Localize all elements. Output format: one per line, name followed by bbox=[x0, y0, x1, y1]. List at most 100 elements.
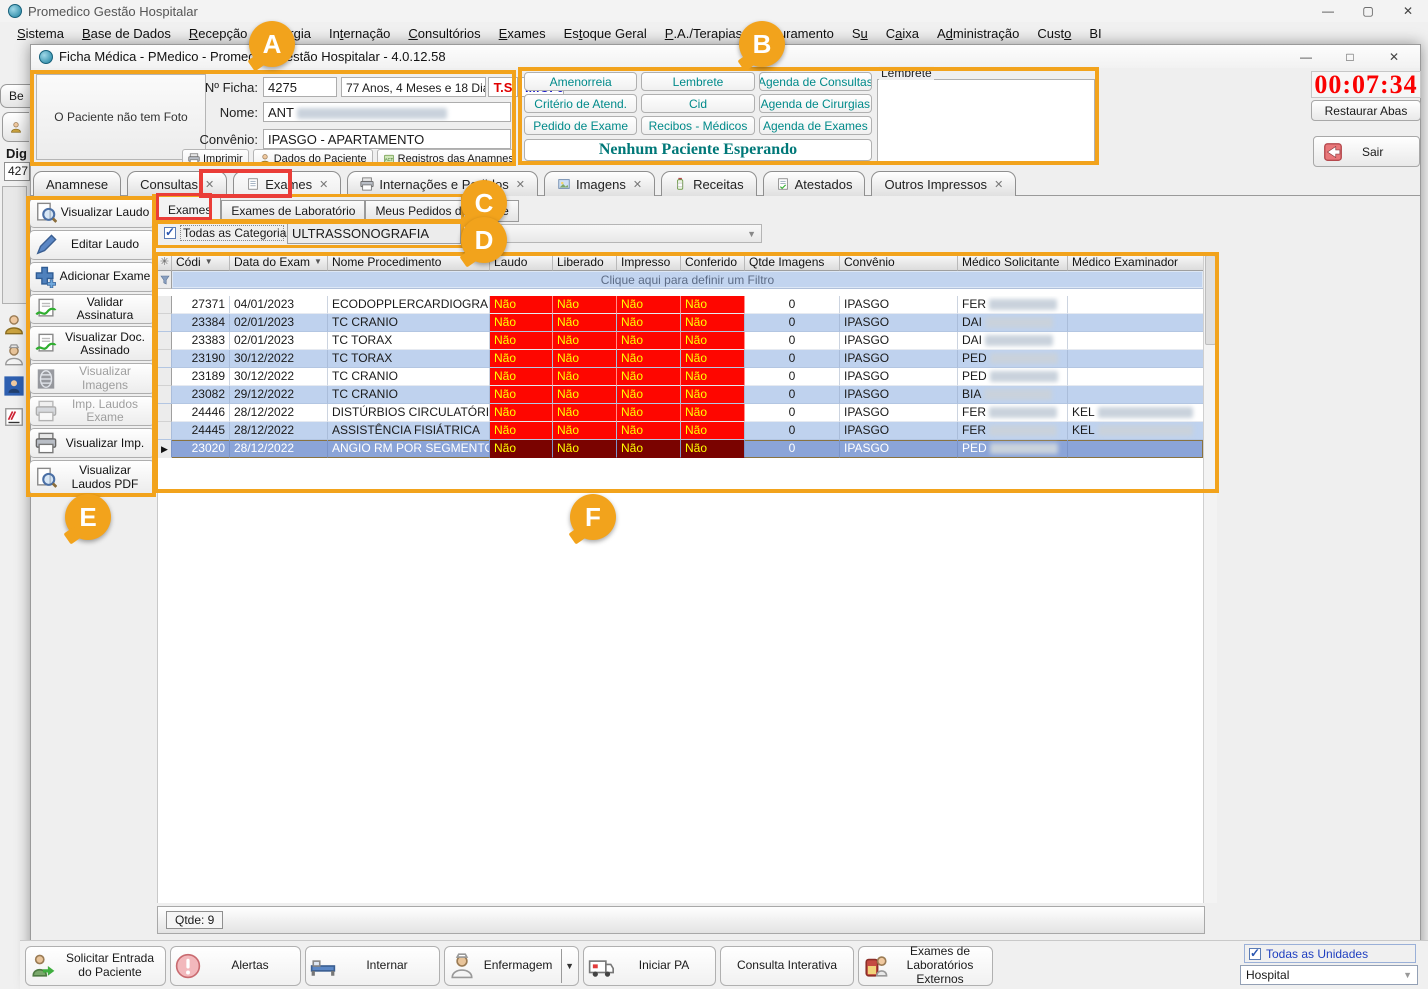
cell-qtde[interactable]: 0 bbox=[745, 404, 840, 422]
cell-proc[interactable]: TC TORAX bbox=[328, 350, 490, 368]
cell-laudo[interactable]: Não bbox=[490, 440, 553, 458]
cell-convenio[interactable]: IPASGO bbox=[840, 404, 958, 422]
dados-do-paciente-button[interactable]: Dados do Paciente bbox=[252, 149, 373, 165]
minimize-icon[interactable]: — bbox=[1286, 46, 1326, 68]
cell-examinador[interactable]: KEL bbox=[1068, 422, 1204, 440]
cell-solicitante[interactable]: PED bbox=[958, 440, 1068, 458]
cell-impresso[interactable]: Não bbox=[617, 314, 681, 332]
menu-item-bi[interactable]: BI bbox=[1080, 22, 1110, 44]
cell-qtde[interactable]: 0 bbox=[745, 386, 840, 404]
cell-date[interactable]: 28/12/2022 bbox=[230, 404, 328, 422]
column-header-qtde-imagens[interactable]: Qtde Imagens bbox=[745, 253, 840, 271]
sidebar-imp-laudos-exame-button[interactable]: Imp. Laudos Exame bbox=[29, 395, 155, 427]
tab-outros-impressos[interactable]: Outros Impressos ✕ bbox=[871, 171, 1017, 196]
exam-row[interactable]: ▶ 23020 28/12/2022 ANGIO RM POR SEGMENTO Não… bbox=[158, 440, 1204, 458]
cell-date[interactable]: 02/01/2023 bbox=[230, 332, 328, 350]
cell-date[interactable]: 28/12/2022 bbox=[230, 422, 328, 440]
cell-impresso[interactable]: Não bbox=[617, 368, 681, 386]
cell-qtde[interactable]: 0 bbox=[745, 296, 840, 314]
category-field[interactable]: ULTRASSONOGRAFIA bbox=[287, 223, 461, 244]
tab-imagens[interactable]: Imagens ✕ bbox=[543, 171, 656, 196]
cell-date[interactable]: 02/01/2023 bbox=[230, 314, 328, 332]
cell-examinador[interactable] bbox=[1068, 440, 1204, 458]
cell-liberado[interactable]: Não bbox=[553, 332, 617, 350]
cell-code[interactable]: 23383 bbox=[172, 332, 230, 350]
background-code-field[interactable]: 427 bbox=[4, 162, 30, 181]
exames-de-laborat-rios-externos-button[interactable]: Exames de Laboratórios Externos bbox=[858, 944, 993, 986]
cell-liberado[interactable]: Não bbox=[553, 404, 617, 422]
scrollbar-thumb[interactable] bbox=[1205, 255, 1216, 345]
sair-button[interactable]: Sair bbox=[1313, 136, 1420, 167]
tab-interna-es-e-pedidos[interactable]: Internações e Pedidos ✕ bbox=[347, 171, 538, 196]
solicitar-entrada-do-paciente-button[interactable]: Solicitar Entrada do Paciente bbox=[25, 946, 166, 986]
close-tab-icon[interactable]: ✕ bbox=[994, 178, 1003, 191]
cell-qtde[interactable]: 0 bbox=[745, 440, 840, 458]
close-tab-icon[interactable]: ✕ bbox=[633, 178, 642, 191]
cell-conferido[interactable]: Não bbox=[681, 386, 745, 404]
cell-conferido[interactable]: Não bbox=[681, 350, 745, 368]
cell-convenio[interactable]: IPASGO bbox=[840, 314, 958, 332]
menu-item-caixa[interactable]: Ca ixa bbox=[877, 22, 928, 44]
cell-conferido[interactable]: Não bbox=[681, 422, 745, 440]
cell-convenio[interactable]: IPASGO bbox=[840, 422, 958, 440]
cell-examinador[interactable]: KEL bbox=[1068, 404, 1204, 422]
quick-cid-button[interactable]: Cid bbox=[641, 94, 755, 113]
column-header-conferido[interactable]: Conferido bbox=[681, 253, 745, 271]
cell-proc[interactable]: ANGIO RM POR SEGMENTO bbox=[328, 440, 490, 458]
cell-laudo[interactable]: Não bbox=[490, 422, 553, 440]
cell-solicitante[interactable]: PED bbox=[958, 368, 1068, 386]
cell-qtde[interactable]: 0 bbox=[745, 422, 840, 440]
column-header-conv-nio[interactable]: Convênio bbox=[840, 253, 958, 271]
exam-row[interactable]: 23082 29/12/2022 TC CRANIO Não Não Não Não 0 IPA… bbox=[158, 386, 1204, 404]
cell-impresso[interactable]: Não bbox=[617, 422, 681, 440]
close-tab-icon[interactable]: ✕ bbox=[205, 178, 214, 191]
cell-liberado[interactable]: Não bbox=[553, 386, 617, 404]
cell-qtde[interactable]: 0 bbox=[745, 368, 840, 386]
cell-qtde[interactable]: 0 bbox=[745, 314, 840, 332]
sidebar-adicionar-exame-button[interactable]: Adicionar Exame bbox=[29, 262, 155, 292]
cell-code[interactable]: 24445 bbox=[172, 422, 230, 440]
restaurar-abas-button[interactable]: Restaurar Abas bbox=[1311, 100, 1421, 121]
cell-examinador[interactable] bbox=[1068, 368, 1204, 386]
sort-desc-icon[interactable]: ▼ bbox=[205, 257, 213, 266]
cell-solicitante[interactable]: DAI bbox=[958, 332, 1068, 350]
maximize-icon[interactable]: □ bbox=[1330, 46, 1370, 68]
nome-field[interactable]: ANT bbox=[263, 102, 511, 122]
cell-examinador[interactable] bbox=[1068, 386, 1204, 404]
tab-atestados[interactable]: Atestados bbox=[762, 171, 866, 196]
close-tab-icon[interactable]: ✕ bbox=[516, 178, 525, 191]
cell-date[interactable]: 30/12/2022 bbox=[230, 368, 328, 386]
minimize-icon[interactable]: — bbox=[1308, 0, 1348, 22]
cell-conferido[interactable]: Não bbox=[681, 404, 745, 422]
sidebar-visualizar-laudos-pdf-button[interactable]: Visualizar Laudos PDF bbox=[29, 460, 155, 496]
cell-laudo[interactable]: Não bbox=[490, 332, 553, 350]
subtab-exames-de-laborat-rio[interactable]: Exames de Laboratório bbox=[221, 200, 366, 222]
exam-row[interactable]: 23190 30/12/2022 TC TORAX Não Não Não Não 0 IPAS… bbox=[158, 350, 1204, 368]
cell-examinador[interactable] bbox=[1068, 350, 1204, 368]
cell-impresso[interactable]: Não bbox=[617, 440, 681, 458]
cell-proc[interactable]: TC CRANIO bbox=[328, 386, 490, 404]
cell-liberado[interactable]: Não bbox=[553, 422, 617, 440]
cell-laudo[interactable]: Não bbox=[490, 386, 553, 404]
tab-receitas[interactable]: Receitas bbox=[661, 171, 757, 196]
cell-convenio[interactable]: IPASGO bbox=[840, 368, 958, 386]
cell-convenio[interactable]: IPASGO bbox=[840, 332, 958, 350]
cell-date[interactable]: 04/01/2023 bbox=[230, 296, 328, 314]
cell-solicitante[interactable]: FER bbox=[958, 422, 1068, 440]
exam-row[interactable]: 23189 30/12/2022 TC CRANIO Não Não Não Não 0 IPA… bbox=[158, 368, 1204, 386]
cell-proc[interactable]: TC CRANIO bbox=[328, 314, 490, 332]
close-icon[interactable]: ✕ bbox=[1374, 46, 1414, 68]
background-tab[interactable]: Be bbox=[0, 84, 30, 108]
cell-solicitante[interactable]: DAI bbox=[958, 314, 1068, 332]
cell-proc[interactable]: DISTÚRBIOS CIRCULATÓRIOS bbox=[328, 404, 490, 422]
subtab-exames[interactable]: Exames bbox=[158, 196, 222, 222]
sidebar-editar-laudo-button[interactable]: Editar Laudo bbox=[29, 230, 155, 260]
cell-laudo[interactable]: Não bbox=[490, 314, 553, 332]
lembrete-panel[interactable] bbox=[877, 79, 1095, 162]
convenio-field[interactable]: IPASGO - APARTAMENTO bbox=[263, 129, 511, 149]
registros-das-anamneses-log-button[interactable]: ACTRegistros das Anamneses (Log bbox=[376, 149, 515, 165]
quick-lembrete-button[interactable]: Lembrete bbox=[641, 72, 755, 91]
cell-convenio[interactable]: IPASGO bbox=[840, 296, 958, 314]
quick-pedido-de-exame-button[interactable]: Pedido de Exame bbox=[524, 116, 638, 135]
quick-amenorreia-button[interactable]: Amenorreia bbox=[524, 72, 638, 91]
